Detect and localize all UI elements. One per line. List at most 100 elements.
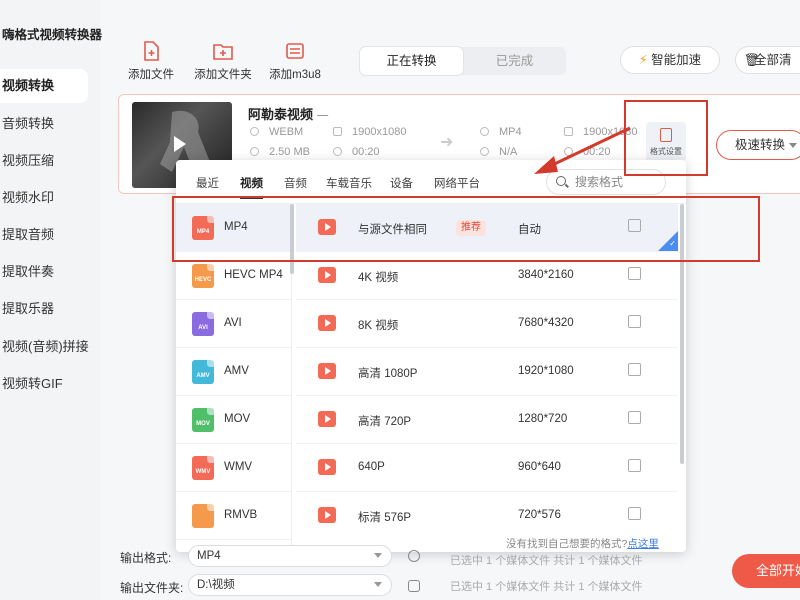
video-icon bbox=[318, 459, 336, 475]
edit-icon[interactable] bbox=[628, 459, 641, 472]
add-folder-label: 添加文件夹 bbox=[194, 69, 252, 81]
gear-icon[interactable] bbox=[408, 550, 420, 562]
option-row-8k[interactable]: 8K 视频 7680*4320 bbox=[296, 300, 678, 348]
add-m3u8-icon bbox=[286, 43, 304, 59]
chevron-down-icon bbox=[374, 553, 382, 558]
chevron-down-icon bbox=[374, 582, 382, 587]
edit-icon[interactable] bbox=[628, 315, 641, 328]
size-icon bbox=[480, 147, 489, 156]
src-format-value: WEBM bbox=[269, 126, 304, 138]
option-row-640p[interactable]: 640P 960*640 bbox=[296, 444, 678, 492]
sidebar-item-extract-instrument[interactable]: 提取乐器 bbox=[0, 292, 88, 326]
output-format-select[interactable]: MP4 bbox=[188, 545, 392, 567]
add-file-label: 添加文件 bbox=[128, 69, 174, 81]
tab-audio[interactable]: 音频 bbox=[284, 175, 307, 191]
format-icon bbox=[250, 127, 259, 136]
selection-info: 已选中 1 个媒体文件 共计 1 个媒体文件 bbox=[450, 555, 643, 567]
sidebar-item-video-compress[interactable]: 视频压缩 bbox=[0, 144, 88, 178]
src-duration: 00:20 bbox=[333, 146, 380, 158]
format-item-wmv[interactable]: WMV WMV bbox=[176, 444, 291, 492]
lightning-icon: ⚡ bbox=[638, 53, 648, 67]
resolution-icon bbox=[333, 127, 342, 136]
wmv-icon: WMV bbox=[192, 456, 214, 480]
hevc-icon: HEVC bbox=[192, 264, 214, 288]
play-icon[interactable] bbox=[174, 136, 186, 152]
add-folder-button[interactable]: 添加文件夹 bbox=[188, 40, 258, 82]
annotation-arrow bbox=[534, 126, 631, 174]
option-resolution: 720*576 bbox=[518, 509, 561, 521]
dst-size-value: N/A bbox=[499, 146, 518, 158]
option-row-720p[interactable]: 高清 720P 1280*720 bbox=[296, 396, 678, 444]
option-name: 高清 720P bbox=[358, 416, 412, 428]
size-icon bbox=[250, 147, 259, 156]
annotation-box-mp4-row bbox=[172, 196, 760, 262]
clear-all-button[interactable]: 🗑 全部清 bbox=[735, 46, 800, 74]
add-m3u8-label: 添加m3u8 bbox=[269, 69, 321, 81]
selection-info-2: 已选中 1 个媒体文件 共计 1 个媒体文件 bbox=[450, 581, 643, 593]
sidebar-item-video-watermark[interactable]: 视频水印 bbox=[0, 181, 88, 215]
sidebar: 嗨格式视频转换器 视频转换 音频转换 视频压缩 视频水印 提取音频 提取伴奏 提… bbox=[0, 0, 102, 600]
edit-icon[interactable] bbox=[628, 267, 641, 280]
tab-device[interactable]: 设备 bbox=[390, 175, 413, 191]
add-file-icon bbox=[144, 41, 159, 61]
video-icon bbox=[318, 411, 336, 427]
output-folder-select[interactable]: D:\视频 bbox=[188, 574, 392, 596]
output-format-value: MP4 bbox=[197, 550, 221, 562]
tab-recent[interactable]: 最近 bbox=[196, 175, 219, 191]
dst-size: N/A bbox=[480, 146, 517, 158]
dst-format: MP4 bbox=[480, 126, 522, 138]
output-folder-label: 输出文件夹: bbox=[120, 581, 184, 595]
mov-icon: MOV bbox=[192, 408, 214, 432]
file-name: 阿勒泰视频 bbox=[248, 107, 314, 122]
option-name: 8K 视频 bbox=[358, 320, 399, 332]
format-label: RMVB bbox=[224, 509, 258, 521]
add-folder-icon bbox=[213, 44, 233, 60]
add-file-button[interactable]: 添加文件 bbox=[116, 40, 186, 82]
format-icon bbox=[480, 127, 489, 136]
sidebar-item-video-convert[interactable]: 视频转换 bbox=[0, 69, 88, 103]
option-name: 标清 576P bbox=[358, 512, 412, 524]
add-m3u8-button[interactable]: 添加m3u8 bbox=[260, 40, 330, 82]
edit-icon[interactable] bbox=[628, 411, 641, 424]
sidebar-item-video-to-gif[interactable]: 视频转GIF bbox=[0, 367, 88, 401]
src-resolution-value: 1900x1080 bbox=[352, 126, 407, 138]
sidebar-item-extract-audio[interactable]: 提取音频 bbox=[0, 218, 88, 252]
option-resolution: 7680*4320 bbox=[518, 317, 574, 329]
video-icon bbox=[318, 507, 336, 523]
arrow-right-icon: ➜ bbox=[440, 134, 454, 151]
option-name: 640P bbox=[358, 461, 385, 473]
format-item-rmvb[interactable]: RMVB bbox=[176, 492, 291, 540]
option-row-1080p[interactable]: 高清 1080P 1920*1080 bbox=[296, 348, 678, 396]
format-item-mov[interactable]: MOV MOV bbox=[176, 396, 291, 444]
format-label: HEVC MP4 bbox=[224, 269, 283, 281]
smart-accel-label: 智能加速 bbox=[651, 53, 702, 67]
dialog-footer: 没有找到自己想要的格式?点这里 bbox=[506, 536, 659, 551]
tab-completed[interactable]: 已完成 bbox=[463, 47, 566, 75]
tab-car-music[interactable]: 车载音乐 bbox=[326, 175, 372, 191]
sidebar-item-extract-accompaniment[interactable]: 提取伴奏 bbox=[0, 255, 88, 289]
src-size-value: 2.50 MB bbox=[269, 146, 310, 158]
tab-converting[interactable]: 正在转换 bbox=[360, 47, 463, 75]
option-row-576p[interactable]: 标清 576P 720*576 bbox=[296, 492, 678, 528]
start-all-button[interactable]: 全部开始 bbox=[732, 554, 800, 588]
format-label: AVI bbox=[224, 317, 242, 329]
tab-video[interactable]: 视频 bbox=[240, 175, 263, 199]
format-item-amv[interactable]: AMV AMV bbox=[176, 348, 291, 396]
src-size: 2.50 MB bbox=[250, 146, 310, 158]
edit-icon[interactable] bbox=[628, 507, 641, 520]
folder-icon[interactable] bbox=[408, 580, 420, 592]
clock-icon bbox=[333, 147, 342, 156]
convert-mode-dropdown[interactable]: 极速转换 bbox=[716, 130, 800, 160]
src-duration-value: 00:20 bbox=[352, 146, 380, 158]
edit-icon[interactable] bbox=[628, 363, 641, 376]
avi-icon: AVI bbox=[192, 312, 214, 336]
sidebar-item-merge[interactable]: 视频(音频)拼接 bbox=[0, 330, 89, 364]
footer-link[interactable]: 点这里 bbox=[627, 538, 659, 550]
sidebar-item-audio-convert[interactable]: 音频转换 bbox=[0, 107, 88, 141]
chevron-down-icon bbox=[789, 143, 797, 148]
convert-mode-label: 极速转换 bbox=[735, 138, 786, 152]
tab-web-platform[interactable]: 网络平台 bbox=[434, 175, 480, 191]
smart-accel-button[interactable]: ⚡ 智能加速 bbox=[620, 46, 720, 74]
format-item-avi[interactable]: AVI AVI bbox=[176, 300, 291, 348]
output-format-label: 输出格式: bbox=[120, 551, 172, 565]
